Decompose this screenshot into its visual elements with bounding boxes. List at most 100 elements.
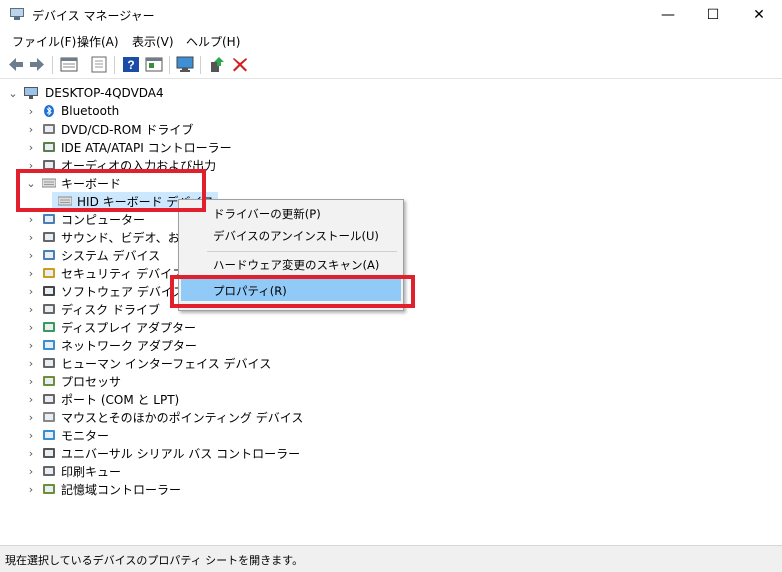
security-icon: [43, 268, 55, 278]
tree-category[interactable]: › Bluetooth: [26, 102, 119, 120]
chevron-right-icon[interactable]: ›: [26, 321, 36, 334]
status-bar: 現在選択しているデバイスのプロパティ シートを開きます。: [0, 545, 782, 572]
mouse-icon: [43, 412, 55, 422]
chevron-right-icon[interactable]: ›: [26, 213, 36, 226]
menu-bar: ファイル(F) 操作(A) 表示(V) ヘルプ(H): [0, 30, 782, 51]
port-icon: [43, 394, 55, 404]
tree-item-label: IDE ATA/ATAPI コントローラー: [61, 140, 232, 155]
tree-category[interactable]: › DVD/CD-ROM ドライブ: [26, 120, 194, 138]
tree-category[interactable]: › 印刷キュー: [26, 462, 121, 480]
computer-icon: [24, 87, 38, 99]
chevron-right-icon[interactable]: ›: [26, 465, 36, 478]
disk-drive-icon: [43, 304, 55, 314]
tree-item-label: DVD/CD-ROM ドライブ: [61, 122, 194, 137]
tree-category[interactable]: › ユニバーサル シリアル バス コントローラー: [26, 444, 300, 462]
tree-item-label: 印刷キュー: [61, 464, 122, 479]
menu-help[interactable]: ヘルプ(H): [186, 33, 240, 50]
ide-controller-icon: [43, 142, 55, 152]
tree-category[interactable]: › IDE ATA/ATAPI コントローラー: [26, 138, 232, 156]
tree-category[interactable]: › セキュリティ デバイス: [26, 264, 184, 282]
chevron-down-icon[interactable]: ⌄: [8, 87, 18, 100]
tree-item-label: マウスとそのほかのポインティング デバイス: [61, 410, 304, 425]
help-icon[interactable]: ?: [122, 56, 140, 73]
forward-icon[interactable]: [28, 56, 46, 73]
chevron-right-icon[interactable]: ›: [26, 285, 36, 298]
toolbar-separator: [169, 56, 170, 74]
delete-icon[interactable]: [231, 56, 249, 73]
properties-grid-icon[interactable]: [60, 56, 78, 73]
menu-view[interactable]: 表示(V): [132, 33, 174, 50]
menu-action[interactable]: 操作(A): [77, 33, 119, 50]
tree-item-label: モニター: [61, 428, 110, 443]
annotation-properties-highlight: [170, 275, 415, 308]
tree-category[interactable]: › ディスプレイ アダプター: [26, 318, 196, 336]
display-adapter-icon: [43, 322, 55, 332]
chevron-right-icon[interactable]: ›: [26, 339, 36, 352]
update-driver-item[interactable]: ドライバーの更新(P): [213, 206, 321, 222]
tree-category[interactable]: › プロセッサ: [26, 372, 121, 390]
tree-item-label: システム デバイス: [61, 248, 161, 263]
tree-category[interactable]: › ネットワーク アダプター: [26, 336, 197, 354]
chevron-right-icon[interactable]: ›: [26, 267, 36, 280]
svg-text:?: ?: [127, 58, 134, 72]
toolbar: ?: [0, 51, 782, 79]
chevron-right-icon[interactable]: ›: [26, 141, 36, 154]
monitor-icon[interactable]: [176, 56, 194, 73]
status-text: 現在選択しているデバイスのプロパティ シートを開きます。: [5, 554, 304, 567]
tree-category[interactable]: › システム デバイス: [26, 246, 160, 264]
tree-category[interactable]: › マウスとそのほかのポインティング デバイス: [26, 408, 304, 426]
device-manager-icon: [10, 8, 24, 20]
chevron-right-icon[interactable]: ›: [26, 357, 36, 370]
toolbar-separator: [200, 56, 201, 74]
toolbar-separator: [114, 56, 115, 74]
uninstall-device-item[interactable]: デバイスのアンインストール(U): [213, 228, 379, 244]
maximize-button[interactable]: ☐: [690, 0, 736, 30]
computer-name: DESKTOP-4QDVDA4: [45, 86, 164, 100]
bluetooth-icon: [44, 105, 54, 117]
tree-category[interactable]: › 記憶域コントローラー: [26, 480, 181, 498]
chevron-right-icon[interactable]: ›: [26, 447, 36, 460]
tree-category[interactable]: › ソフトウェア デバイス: [26, 282, 185, 300]
menu-file[interactable]: ファイル(F): [12, 33, 76, 50]
minimize-button[interactable]: —: [645, 0, 691, 30]
tree-item-label: ディスプレイ アダプター: [61, 320, 196, 335]
system-device-icon: [43, 250, 55, 260]
scan-hardware-item[interactable]: ハードウェア変更のスキャン(A): [213, 257, 379, 273]
chevron-right-icon[interactable]: ›: [26, 231, 36, 244]
chevron-right-icon[interactable]: ›: [26, 105, 36, 118]
title-bar: デバイス マネージャー — ☐ ✕: [0, 0, 782, 30]
tree-item-label: コンピューター: [61, 212, 146, 227]
chevron-right-icon[interactable]: ›: [26, 303, 36, 316]
printer-icon: [43, 466, 55, 476]
dvd-drive-icon: [43, 124, 55, 134]
chevron-right-icon[interactable]: ›: [26, 483, 36, 496]
tree-category[interactable]: › ヒューマン インターフェイス デバイス: [26, 354, 271, 372]
tree-category[interactable]: › ポート (COM と LPT): [26, 390, 179, 408]
tree-item-label: ヒューマン インターフェイス デバイス: [61, 356, 272, 371]
tree-category[interactable]: › モニター: [26, 426, 109, 444]
chevron-right-icon[interactable]: ›: [26, 429, 36, 442]
close-button[interactable]: ✕: [736, 0, 782, 30]
tree-category[interactable]: › コンピューター: [26, 210, 145, 228]
chevron-right-icon[interactable]: ›: [26, 411, 36, 424]
hid-icon: [43, 358, 55, 368]
device-tree: ⌄ DESKTOP-4QDVDA4 › Bluetooth › DVD/CD-ROM …: [0, 79, 782, 545]
tree-item-label: ポート (COM と LPT): [61, 392, 180, 407]
toolbar-separator: [52, 56, 53, 74]
back-icon[interactable]: [7, 56, 25, 73]
usb-icon: [43, 448, 55, 458]
chevron-right-icon[interactable]: ›: [26, 123, 36, 136]
chevron-right-icon[interactable]: ›: [26, 249, 36, 262]
chevron-right-icon[interactable]: ›: [26, 393, 36, 406]
tree-root[interactable]: ⌄ DESKTOP-4QDVDA4: [8, 84, 164, 102]
tree-item-label: プロセッサ: [61, 374, 122, 389]
list-icon[interactable]: [90, 56, 108, 73]
view-icon[interactable]: [145, 56, 163, 73]
chevron-right-icon[interactable]: ›: [26, 375, 36, 388]
tree-item-label: ユニバーサル シリアル バス コントローラー: [61, 446, 301, 461]
annotation-keyboard-highlight: [16, 169, 206, 212]
enable-icon[interactable]: [208, 56, 226, 73]
tree-category[interactable]: › ディスク ドライブ: [26, 300, 160, 318]
tree-item-label: ネットワーク アダプター: [61, 338, 197, 353]
tree-item-label: ソフトウェア デバイス: [61, 284, 185, 299]
